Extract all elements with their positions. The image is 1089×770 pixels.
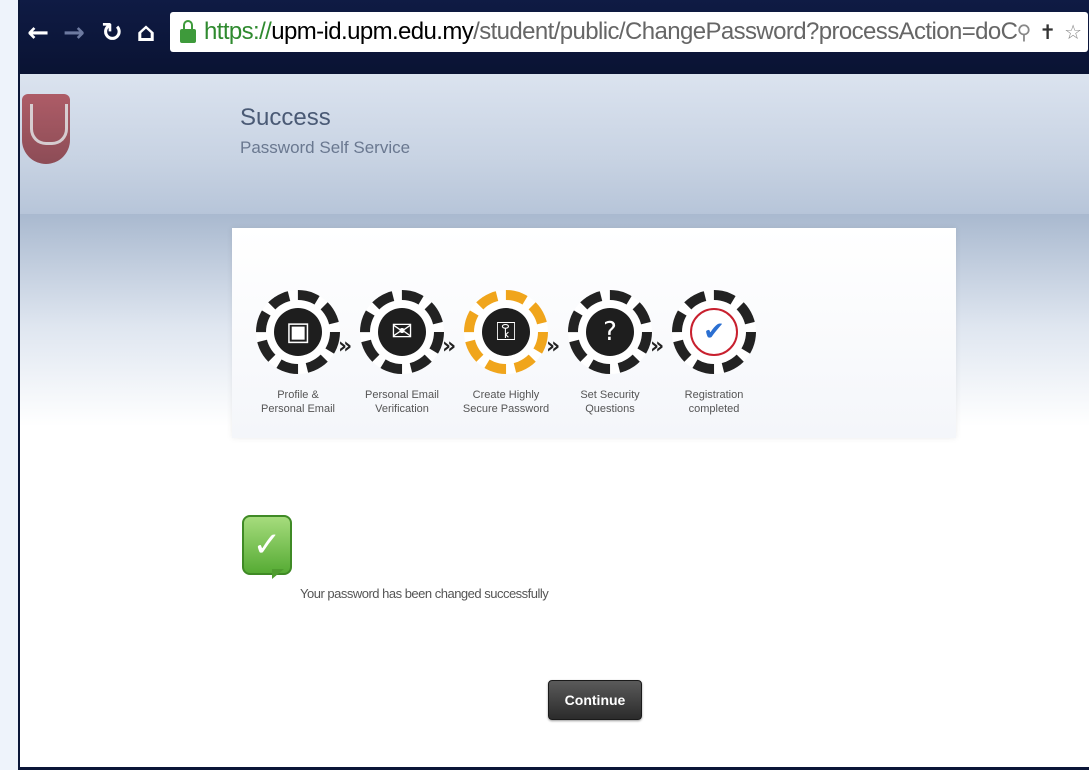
- step-profile: ▣ Profile & Personal Email: [250, 290, 346, 416]
- forward-icon[interactable]: →: [60, 18, 88, 48]
- page-title: Success: [240, 104, 331, 131]
- continue-button[interactable]: Continue: [548, 680, 642, 720]
- step-label: Set Security Questions: [580, 389, 640, 415]
- step-chip: ▣: [256, 290, 340, 374]
- address-bar[interactable]: https://upm-id.upm.edu.my/student/public…: [170, 12, 1088, 52]
- url-text[interactable]: https://upm-id.upm.edu.my/student/public…: [204, 18, 1017, 46]
- lock-shield-icon: ⚿: [482, 308, 530, 356]
- university-crest-logo: [22, 94, 70, 164]
- reload-icon[interactable]: ↻: [98, 18, 126, 48]
- step-chip: ✉: [360, 290, 444, 374]
- step-create-password: ⚿ Create Highly Secure Password: [458, 290, 554, 416]
- envelope-icon: ✉: [378, 308, 426, 356]
- step-registration-completed: ✔ Registration completed: [666, 290, 762, 416]
- chevron-separator-icon: »: [546, 334, 561, 359]
- url-path: /student/public/ChangePassword?processAc…: [473, 18, 1017, 45]
- browser-toolbar: ← → ↻ ⌂ https://upm-id.upm.edu.my/studen…: [20, 0, 1089, 74]
- star-icon[interactable]: ☆: [1064, 20, 1082, 44]
- step-label: Personal Email Verification: [365, 389, 439, 415]
- step-email-verification: ✉ Personal Email Verification: [354, 290, 450, 416]
- back-icon[interactable]: ←: [24, 18, 52, 48]
- chevron-separator-icon: »: [442, 334, 457, 359]
- progress-steps: ▣ Profile & Personal Email » ✉ Personal E…: [250, 290, 770, 480]
- step-label: Registration completed: [684, 389, 744, 415]
- page-header: Success Password Self Service: [20, 74, 1089, 214]
- pin-icon[interactable]: ✝: [1039, 20, 1056, 44]
- success-checkmark-icon: ✓: [242, 515, 292, 579]
- id-card-icon: ▣: [274, 308, 322, 356]
- lock-icon: [180, 20, 196, 43]
- chevron-separator-icon: »: [650, 334, 665, 359]
- step-chip: ?: [568, 290, 652, 374]
- browser-window: ← → ↻ ⌂ https://upm-id.upm.edu.my/studen…: [18, 0, 1089, 770]
- step-chip: ✔: [672, 290, 756, 374]
- chevron-separator-icon: »: [338, 334, 353, 359]
- step-label: Profile & Personal Email: [261, 389, 335, 415]
- home-icon[interactable]: ⌂: [132, 18, 160, 48]
- search-icon[interactable]: ⚲: [1017, 20, 1032, 44]
- step-security-questions: ? Set Security Questions: [562, 290, 658, 416]
- url-host: upm-id.upm.edu.my: [271, 18, 474, 45]
- question-shield-icon: ?: [586, 308, 634, 356]
- step-chip-active: ⚿: [464, 290, 548, 374]
- url-protocol: https://: [204, 18, 272, 45]
- checkmark-icon: ✔: [690, 308, 738, 356]
- step-label: Create Highly Secure Password: [462, 389, 550, 415]
- success-message: Your password has been changed successfu…: [300, 586, 549, 601]
- page-subtitle: Password Self Service: [240, 138, 411, 157]
